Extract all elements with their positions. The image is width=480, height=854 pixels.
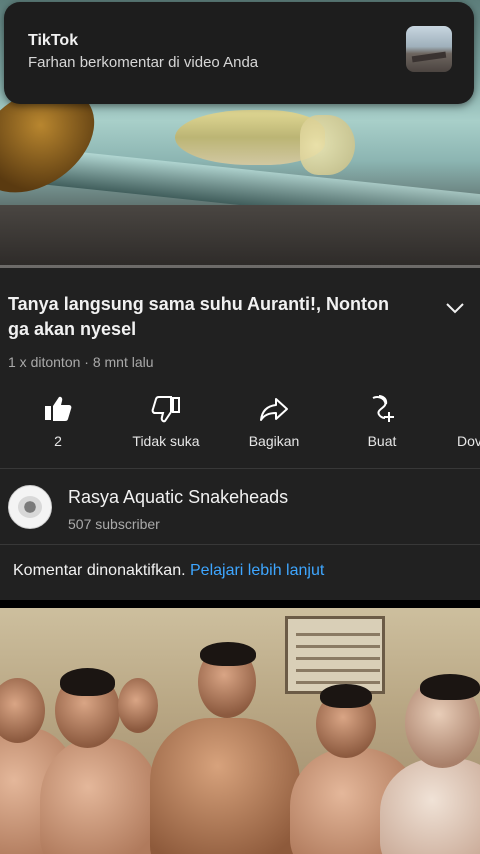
dislike-button[interactable]: Tidak suka bbox=[111, 388, 221, 458]
thumbs-down-icon bbox=[151, 396, 180, 423]
fish-tail bbox=[300, 115, 355, 175]
notification-banner[interactable]: TikTok Farhan berkomentar di video Anda bbox=[4, 2, 474, 104]
person-hair bbox=[420, 674, 480, 700]
video-info-panel: Tanya langsung sama suhu Auranti!, Nonto… bbox=[0, 268, 480, 608]
person-hair bbox=[60, 668, 115, 696]
video-title[interactable]: Tanya langsung sama suhu Auranti!, Nonto… bbox=[8, 292, 408, 342]
next-video-thumbnail[interactable] bbox=[0, 608, 480, 854]
share-icon bbox=[260, 398, 288, 421]
channel-name[interactable]: Rasya Aquatic Snakeheads bbox=[68, 487, 288, 508]
subscriber-count: 507 subscriber bbox=[68, 516, 160, 532]
create-button[interactable]: Buat bbox=[327, 388, 437, 458]
download-label: Dov bbox=[457, 433, 480, 449]
comments-disabled-text: Komentar dinonaktifkan. bbox=[13, 562, 186, 579]
share-button[interactable]: Bagikan bbox=[219, 388, 329, 458]
download-button[interactable]: Dov bbox=[435, 388, 480, 458]
chevron-down-icon[interactable] bbox=[444, 300, 466, 316]
action-bar: 2 Tidak suka Bagikan Buat Dov bbox=[0, 388, 480, 458]
person-hair bbox=[320, 684, 372, 708]
person-figure bbox=[40, 738, 160, 854]
video-meta: 1 x ditonton · 8 mnt lalu bbox=[8, 354, 154, 370]
section-separator bbox=[0, 600, 480, 608]
divider bbox=[0, 468, 480, 469]
share-label: Bagikan bbox=[248, 433, 300, 449]
create-label: Buat bbox=[367, 433, 397, 449]
like-count: 2 bbox=[54, 433, 62, 449]
person-figure bbox=[150, 718, 300, 854]
like-button[interactable]: 2 bbox=[3, 388, 113, 458]
aquarium-floor bbox=[0, 205, 480, 268]
learn-more-link[interactable]: Pelajari lebih lanjut bbox=[190, 562, 324, 579]
divider bbox=[0, 544, 480, 545]
channel-avatar[interactable] bbox=[8, 485, 52, 529]
comments-disabled-notice: Komentar dinonaktifkan. Pelajari lebih l… bbox=[13, 562, 324, 580]
notification-app-name: TikTok bbox=[28, 32, 79, 49]
person-hair bbox=[200, 642, 256, 666]
person-head bbox=[118, 678, 158, 733]
channel-row[interactable]: Rasya Aquatic Snakeheads 507 subscriber bbox=[0, 471, 480, 543]
thumbs-up-icon bbox=[45, 396, 72, 421]
wall-poster bbox=[285, 616, 385, 694]
notification-message: Farhan berkomentar di video Anda bbox=[28, 54, 259, 71]
notification-thumbnail bbox=[406, 26, 452, 72]
dislike-label: Tidak suka bbox=[132, 433, 200, 449]
create-icon bbox=[372, 395, 394, 422]
